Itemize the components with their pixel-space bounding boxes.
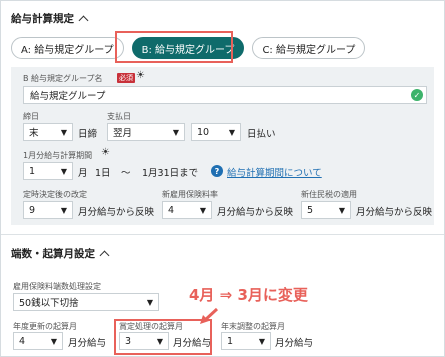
revision-month-select[interactable]: 9 ▼ <box>23 201 73 219</box>
dropdown-arrow-icon: ▼ <box>258 336 265 346</box>
group-name-label: B 給与規定グループ名 <box>23 74 103 83</box>
period-end: 1月31日まで <box>142 168 199 179</box>
payday-label: 支払日 <box>107 112 131 121</box>
dropdown-arrow-icon: ▼ <box>228 127 235 137</box>
dropdown-arrow-icon: ▼ <box>60 205 67 215</box>
rounding-select[interactable]: 50銭以下切捨 ▼ <box>13 293 159 311</box>
period-month-select[interactable]: 1 ▼ <box>23 162 73 180</box>
dropdown-arrow-icon: ▼ <box>60 127 67 137</box>
section-divider <box>1 234 444 235</box>
required-badge: 必須 <box>117 73 135 83</box>
resident-tax-month-value: 5 <box>307 204 314 216</box>
settings-frame: 給与計算規定 A: 給与規定グループ B: 給与規定グループ C: 給与規定グル… <box>0 0 445 357</box>
rounding-label: 雇用保険料端数処理設定 <box>13 282 101 291</box>
payday-month-select[interactable]: 翌月 ▼ <box>107 123 185 141</box>
closing-day-label: 締日 <box>23 112 39 121</box>
resident-tax-month-select[interactable]: 5 ▼ <box>301 201 351 219</box>
chevron-up-icon <box>99 250 110 261</box>
section-title-rounding[interactable]: 端数・起算月設定 <box>11 246 110 261</box>
check-icon: ✓ <box>411 89 423 101</box>
group-name-input[interactable]: 給与規定グループ <box>23 86 427 104</box>
annual-renewal-month-select[interactable]: 4 ▼ <box>13 332 63 350</box>
change-annotation: 4月 ⇒ 3月に変更 <box>189 286 308 304</box>
tab-group-a[interactable]: A: 給与規定グループ <box>11 37 124 59</box>
rounding-value: 50銭以下切捨 <box>19 298 79 309</box>
payday-month-value: 翌月 <box>113 128 133 139</box>
revision-month-suffix: 月分給与から反映 <box>78 207 155 218</box>
closing-day-value: 末 <box>29 128 39 139</box>
year-end-month-value: 1 <box>227 335 234 347</box>
highlight-box-tab <box>115 31 233 63</box>
dropdown-arrow-icon: ▼ <box>60 166 67 176</box>
annual-renewal-month-value: 4 <box>19 335 26 347</box>
highlight-box-bonus-start <box>114 319 212 355</box>
section-title-label: 給与計算規定 <box>11 13 74 25</box>
dropdown-arrow-icon: ▼ <box>146 297 153 307</box>
field-label-resident-tax: 新住民税の適用 <box>301 190 357 199</box>
field-label-revision: 定時決定後の改定 <box>23 190 87 199</box>
lightbulb-icon[interactable]: ☀ <box>136 70 145 81</box>
period-start-day: 1日 <box>95 168 111 179</box>
annual-renewal-month-suffix: 月分給与 <box>68 338 107 349</box>
closing-day-suffix: 日締 <box>78 129 98 140</box>
group-name-value: 給与規定グループ <box>30 91 106 102</box>
dropdown-arrow-icon: ▼ <box>172 127 179 137</box>
dropdown-arrow-icon: ▼ <box>338 205 345 215</box>
closing-day-select[interactable]: 末 ▼ <box>23 123 73 141</box>
section-title-salary-rules[interactable]: 給与計算規定 <box>11 11 89 26</box>
period-help-link[interactable]: 給与計算期間について <box>227 165 322 179</box>
period-month-unit: 月 <box>78 168 88 179</box>
year-end-month-suffix: 月分給与 <box>275 338 314 349</box>
year-end-month-select[interactable]: 1 ▼ <box>221 332 271 350</box>
dropdown-arrow-icon: ▼ <box>199 205 206 215</box>
period-month-value: 1 <box>29 165 36 177</box>
tab-group-c[interactable]: C: 給与規定グループ <box>252 37 366 59</box>
field-label-annual-renewal: 年度更新の起算月 <box>13 322 77 331</box>
insurance-rate-month-suffix: 月分給与から反映 <box>217 207 294 218</box>
payday-suffix: 日払い <box>247 129 276 140</box>
period-label: 1月分給与計算期間 <box>23 151 93 160</box>
dropdown-arrow-icon: ▼ <box>50 336 57 346</box>
insurance-rate-month-select[interactable]: 4 ▼ <box>162 201 212 219</box>
period-tilde: 〜 <box>121 168 131 179</box>
help-icon: ? <box>211 165 223 177</box>
field-label-insurance-rate: 新雇用保険料率 <box>162 190 218 199</box>
payday-day-select[interactable]: 10 ▼ <box>191 123 241 141</box>
chevron-up-icon <box>78 15 89 26</box>
insurance-rate-month-value: 4 <box>168 204 175 216</box>
group-settings-panel: B 給与規定グループ名 必須 ☀ 給与規定グループ ✓ 締日 末 ▼ 日締 支払… <box>11 67 434 225</box>
section-title-label: 端数・起算月設定 <box>11 248 95 260</box>
lightbulb-icon[interactable]: ☀ <box>101 147 110 158</box>
revision-month-value: 9 <box>29 204 36 216</box>
field-label-year-end: 年末調整の起算月 <box>221 322 285 331</box>
resident-tax-month-suffix: 月分給与から反映 <box>356 207 433 218</box>
payday-day-value: 10 <box>197 126 210 138</box>
